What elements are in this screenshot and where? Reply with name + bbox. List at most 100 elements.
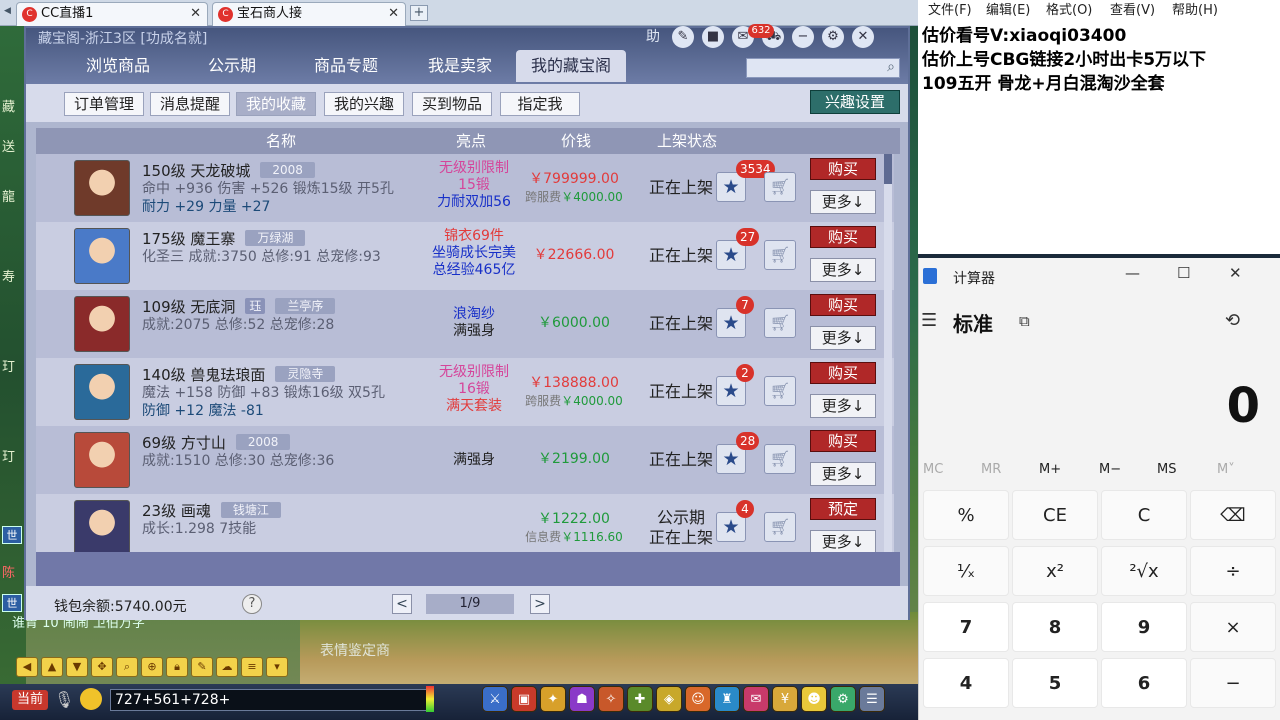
memory-store-button[interactable]: MS xyxy=(1157,462,1176,477)
help-button[interactable]: ? xyxy=(242,594,262,614)
cart-icon[interactable]: 🛒︎ xyxy=(764,376,796,406)
table-row[interactable]: 23级 画魂 钱塘江 成长:1.298 7技能 ￥1222.00 信息费￥1116.60… xyxy=(36,494,894,552)
maximize-icon[interactable]: ☐ xyxy=(1177,264,1190,282)
buy-button[interactable]: 购买 xyxy=(810,430,876,452)
history-icon[interactable]: ⟲ xyxy=(1225,310,1240,331)
subtab-designated-me[interactable]: 指定我 xyxy=(500,92,580,116)
list-icon[interactable]: ≡ xyxy=(241,657,263,677)
quest-icon[interactable]: ✚ xyxy=(627,686,653,712)
guild-icon[interactable]: ♜ xyxy=(714,686,740,712)
new-tab-button[interactable]: + xyxy=(410,5,428,21)
microphone-icon[interactable]: 🎙︎ xyxy=(54,690,74,709)
calc-key[interactable]: ²√x xyxy=(1101,546,1187,596)
menu-view[interactable]: 查看(V) xyxy=(1110,0,1155,22)
channel-button[interactable]: 世 xyxy=(2,526,22,544)
table-row[interactable]: 150级 天龙破城 2008 命中 +936 伤害 +526 锻炼15级 开5孔 耐力… xyxy=(36,154,894,222)
more-button[interactable]: 更多↓ xyxy=(810,530,876,552)
more-button[interactable]: 更多↓ xyxy=(810,190,876,214)
next-page-button[interactable]: > xyxy=(530,594,550,614)
table-row[interactable]: 109级 无底洞珏兰亭序 成就:2075 总修:52 总宠修:28 浪淘纱 满强身 ￥6… xyxy=(36,290,894,358)
table-row[interactable]: 175级 魔王寨 万绿湖 化圣三 成就:3750 总修:91 总宠修:93 锦衣69件… xyxy=(36,222,894,290)
arrow-down-icon[interactable]: ▼ xyxy=(66,657,88,677)
calc-key[interactable]: 9 xyxy=(1101,602,1187,652)
browser-tab-cc-live[interactable]: C CC直播1 ✕ xyxy=(16,2,208,26)
calc-key[interactable]: CE xyxy=(1012,490,1098,540)
item-avatar[interactable] xyxy=(74,432,130,488)
memory-add-button[interactable]: M+ xyxy=(1039,462,1061,477)
item-avatar[interactable] xyxy=(74,364,130,420)
gear-icon[interactable]: ⚙ xyxy=(822,26,844,48)
calc-key[interactable]: − xyxy=(1190,658,1276,708)
cart-icon[interactable]: 🛒︎ xyxy=(764,444,796,474)
friend-icon[interactable]: ☺ xyxy=(685,686,711,712)
prev-page-button[interactable]: < xyxy=(392,594,412,614)
menu-file[interactable]: 文件(F) xyxy=(928,0,972,22)
search-input[interactable]: ⌕ xyxy=(746,58,900,78)
item-avatar[interactable] xyxy=(74,296,130,352)
browser-tab-gem-merchant[interactable]: C 宝石商人接 ✕ xyxy=(212,2,406,26)
minimize-icon[interactable]: — xyxy=(1125,264,1140,282)
subtab-bought-items[interactable]: 买到物品 xyxy=(412,92,492,116)
table-row[interactable]: 69级 方寸山 2008 成就:1510 总修:30 总宠修:36 满强身 ￥2199.… xyxy=(36,426,894,494)
tabstrip-scroll-icon[interactable]: ◀ xyxy=(4,6,11,16)
chat-input[interactable]: 727+561+728+ xyxy=(110,689,428,711)
more-button[interactable]: 更多↓ xyxy=(810,258,876,282)
buy-button[interactable]: 预定 xyxy=(810,498,876,520)
more-button[interactable]: 更多↓ xyxy=(810,462,876,486)
calc-key[interactable]: 7 xyxy=(923,602,1009,652)
search-icon[interactable]: ⌕ xyxy=(116,657,138,677)
tab-goods-topics[interactable]: 商品专题 xyxy=(294,50,398,82)
calc-key[interactable]: ⌫ xyxy=(1190,490,1276,540)
subtab-my-interests[interactable]: 我的兴趣 xyxy=(324,92,404,116)
buy-button[interactable]: 购买 xyxy=(810,362,876,384)
bag-icon[interactable]: ▣ xyxy=(511,686,537,712)
sword-icon[interactable]: ⚔ xyxy=(482,686,508,712)
more-button[interactable]: 更多↓ xyxy=(810,394,876,418)
team-icon[interactable]: ☗ xyxy=(569,686,595,712)
buy-button[interactable]: 购买 xyxy=(810,226,876,248)
tab-my-treasure[interactable]: 我的藏宝阁 xyxy=(516,50,626,82)
system-icon[interactable]: ⚙ xyxy=(830,686,856,712)
menu-icon[interactable]: ☰ xyxy=(921,310,937,331)
close-icon[interactable]: ✕ xyxy=(1229,264,1242,282)
calc-key[interactable]: × xyxy=(1190,602,1276,652)
cart-icon[interactable]: 🛒︎ xyxy=(764,172,796,202)
subtab-my-favorites[interactable]: 我的收藏 xyxy=(236,92,316,116)
close-icon[interactable]: ✕ xyxy=(190,3,201,25)
tab-browse-goods[interactable]: 浏览商品 xyxy=(66,50,170,82)
list-scrollbar[interactable] xyxy=(884,154,892,552)
calc-key[interactable]: % xyxy=(923,490,1009,540)
memory-subtract-button[interactable]: M− xyxy=(1099,462,1121,477)
arrow-left-icon[interactable]: ◀ xyxy=(16,657,38,677)
close-icon[interactable]: ✕ xyxy=(388,3,399,25)
menu-edit[interactable]: 编辑(E) xyxy=(986,0,1030,22)
calc-key[interactable]: 8 xyxy=(1012,602,1098,652)
shop-icon[interactable]: ¥ xyxy=(772,686,798,712)
broom-icon[interactable]: ✎ xyxy=(191,657,213,677)
calc-key[interactable]: 6 xyxy=(1101,658,1187,708)
stop-icon[interactable]: ■ xyxy=(702,26,724,48)
dropdown-icon[interactable]: ▾ xyxy=(266,657,288,677)
calc-key[interactable]: C xyxy=(1101,490,1187,540)
mail-icon[interactable]: ✉ xyxy=(743,686,769,712)
settings-icon[interactable]: ☰ xyxy=(859,686,885,712)
emoji-icon[interactable] xyxy=(80,688,102,710)
minimize-icon[interactable]: − xyxy=(792,26,814,48)
current-channel-button[interactable]: 当前 xyxy=(12,690,48,710)
more-button[interactable]: 更多↓ xyxy=(810,326,876,350)
smile-icon[interactable]: ☻ xyxy=(801,686,827,712)
item-avatar[interactable] xyxy=(74,500,130,552)
scrollbar-thumb[interactable] xyxy=(884,154,892,184)
menu-help[interactable]: 帮助(H) xyxy=(1172,0,1218,22)
memory-list-button[interactable]: M˅ xyxy=(1217,462,1235,477)
tab-public-period[interactable]: 公示期 xyxy=(180,50,284,82)
menu-format[interactable]: 格式(O) xyxy=(1046,0,1092,22)
search-icon[interactable]: ⌕ xyxy=(887,59,895,75)
calc-key[interactable]: 5 xyxy=(1012,658,1098,708)
arrow-up-icon[interactable]: ▲ xyxy=(41,657,63,677)
subtab-message-reminder[interactable]: 消息提醒 xyxy=(150,92,230,116)
item-avatar[interactable] xyxy=(74,160,130,216)
memory-clear-button[interactable]: MC xyxy=(923,462,943,477)
cart-icon[interactable]: 🛒︎ xyxy=(764,308,796,338)
table-row[interactable]: 140级 兽鬼珐琅面 灵隐寺 魔法 +158 防御 +83 锻炼16级 双5孔 防御 … xyxy=(36,358,894,426)
